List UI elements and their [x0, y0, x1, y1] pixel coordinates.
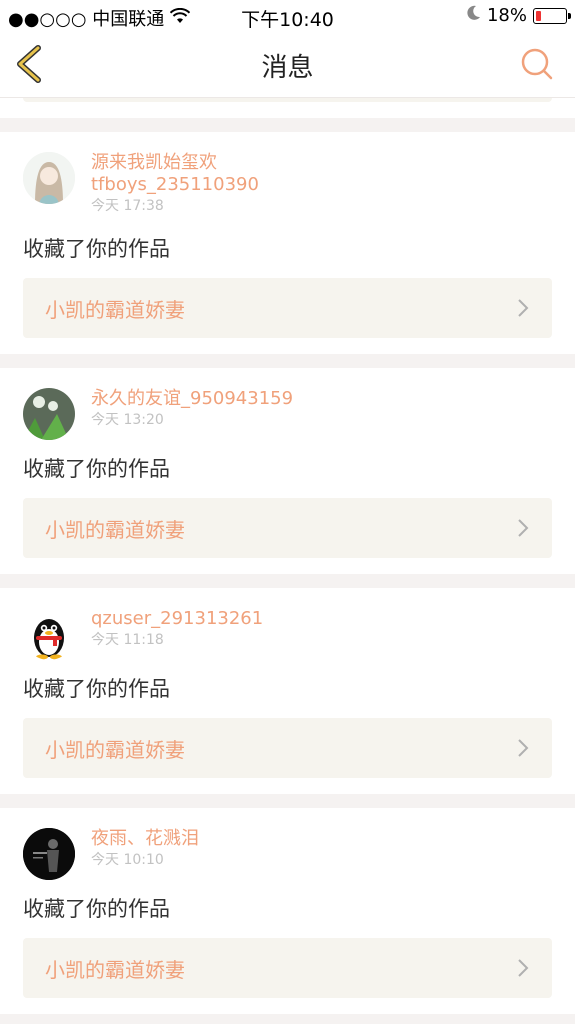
notification-card: 源来我凯始玺欢 tfboys_235110390 今天 17:38 收藏了你的作… [0, 132, 575, 354]
chevron-right-icon [516, 738, 530, 758]
notification-card: 永久的友谊_950943159 今天 13:20 收藏了你的作品 小凯的霸道娇妻 [0, 368, 575, 574]
dark-figure-avatar-icon [23, 828, 75, 880]
chevron-right-icon [516, 298, 530, 318]
anime-girl-avatar-icon [23, 152, 75, 204]
notification-card: 夜雨、花溅泪 今天 10:10 收藏了你的作品 小凯的霸道娇妻 [0, 808, 575, 1014]
work-link-button[interactable]: 小凯的霸道娇妻 [23, 718, 552, 778]
moon-icon [467, 5, 481, 26]
user-meta: 永久的友谊_950943159 今天 13:20 [91, 388, 293, 430]
work-link-button[interactable]: 小凯的霸道娇妻 [23, 938, 552, 998]
previous-card-stub [0, 98, 575, 118]
status-bar: ●●○○○ 中国联通 下午10:40 18% [0, 0, 575, 32]
username[interactable]: qzuser_291313261 [91, 608, 263, 630]
work-title: 小凯的霸道娇妻 [45, 297, 185, 322]
page-title: 消息 [261, 53, 314, 83]
notification-card: qzuser_291313261 今天 11:18 收藏了你的作品 小凯的霸道娇… [0, 588, 575, 794]
username[interactable]: 夜雨、花溅泪 [91, 828, 199, 850]
action-text: 收藏了你的作品 [23, 237, 170, 261]
work-title: 小凯的霸道娇妻 [45, 517, 185, 542]
status-right: 18% [467, 5, 571, 26]
work-title: 小凯的霸道娇妻 [45, 957, 185, 982]
work-link-button[interactable]: 小凯的霸道娇妻 [23, 278, 552, 338]
action-text: 收藏了你的作品 [23, 677, 170, 701]
dandelion-avatar-icon [23, 388, 75, 440]
user-avatar[interactable] [23, 152, 75, 204]
search-icon[interactable] [519, 46, 555, 82]
notification-head: qzuser_291313261 今天 11:18 [23, 608, 552, 668]
action-text: 收藏了你的作品 [23, 897, 170, 921]
user-meta: 源来我凯始玺欢 tfboys_235110390 今天 17:38 [91, 152, 259, 216]
notification-list[interactable]: 源来我凯始玺欢 tfboys_235110390 今天 17:38 收藏了你的作… [0, 98, 575, 1024]
user-meta: qzuser_291313261 今天 11:18 [91, 608, 263, 650]
notification-head: 永久的友谊_950943159 今天 13:20 [23, 388, 552, 448]
nav-bar: 消息 [0, 32, 575, 98]
user-avatar[interactable] [23, 388, 75, 440]
qq-penguin-avatar-icon [34, 619, 64, 660]
work-title: 小凯的霸道娇妻 [45, 737, 185, 762]
user-meta: 夜雨、花溅泪 今天 10:10 [91, 828, 199, 870]
timestamp: 今天 11:18 [91, 632, 164, 648]
work-link-button[interactable]: 小凯的霸道娇妻 [23, 498, 552, 558]
notification-head: 源来我凯始玺欢 tfboys_235110390 今天 17:38 [23, 152, 552, 214]
timestamp: 今天 10:10 [91, 852, 164, 868]
username[interactable]: 永久的友谊_950943159 [91, 388, 293, 410]
user-avatar[interactable] [23, 828, 75, 880]
timestamp: 今天 13:20 [91, 412, 164, 428]
chevron-right-icon [516, 518, 530, 538]
user-avatar[interactable] [23, 608, 75, 660]
chevron-right-icon [516, 958, 530, 978]
action-text: 收藏了你的作品 [23, 457, 170, 481]
timestamp: 今天 17:38 [91, 198, 164, 214]
notification-head: 夜雨、花溅泪 今天 10:10 [23, 828, 552, 888]
battery-icon [533, 7, 571, 24]
username[interactable]: 源来我凯始玺欢 tfboys_235110390 [91, 152, 259, 196]
battery-percent: 18% [486, 5, 527, 26]
